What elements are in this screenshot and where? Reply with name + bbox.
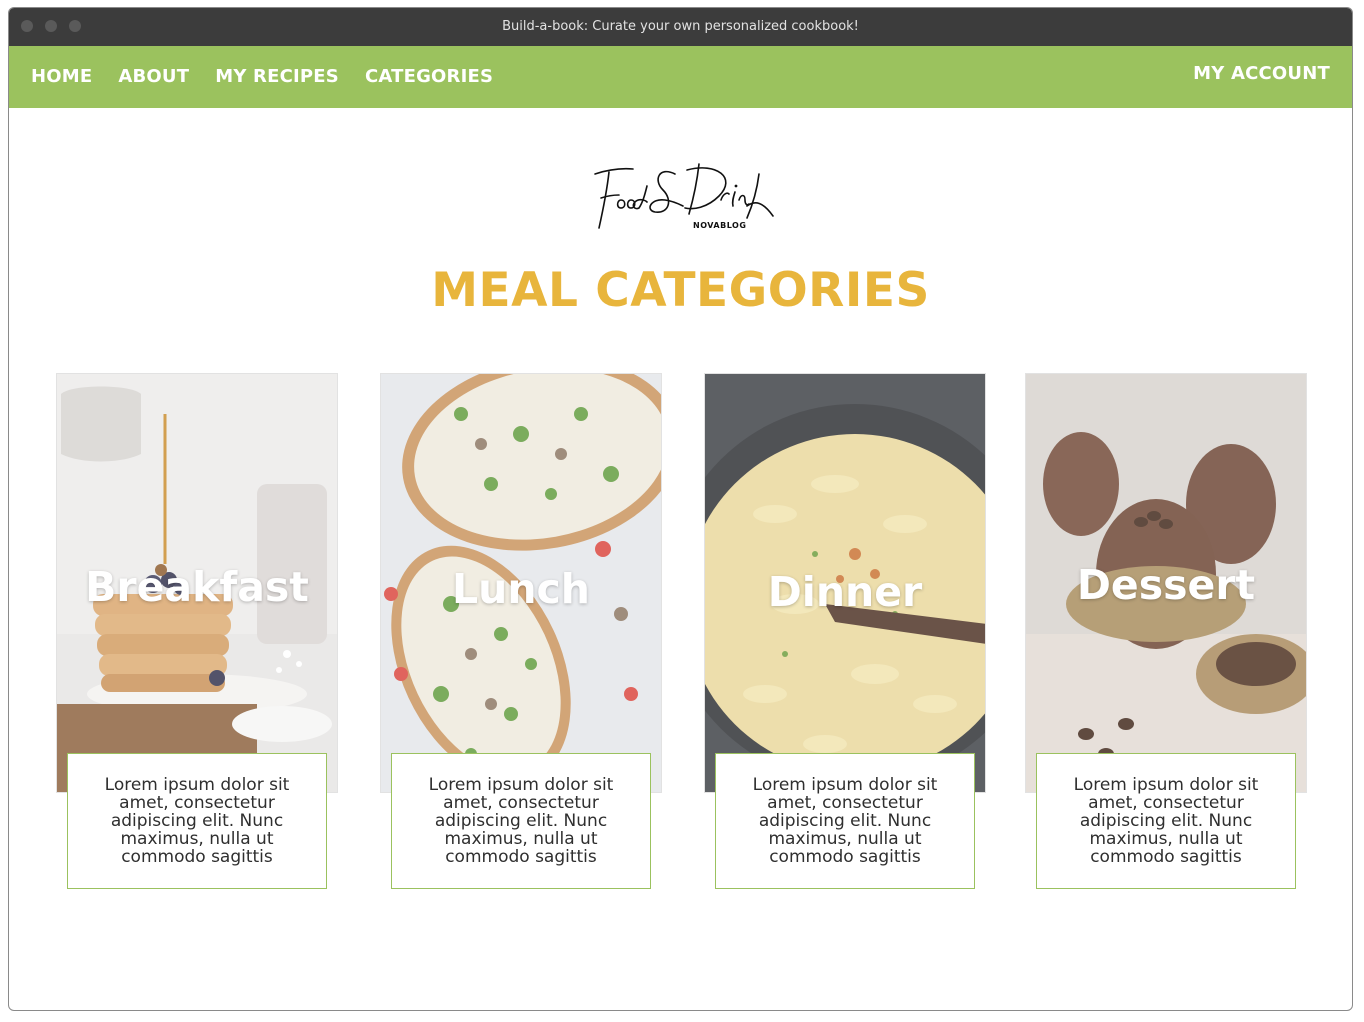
page-title: MEAL CATEGORIES <box>431 263 930 318</box>
category-title[interactable]: Lunch <box>380 565 662 613</box>
category-description: Lorem ipsum dolor sit amet, consectetur … <box>715 753 975 889</box>
my-account-link[interactable]: MY ACCOUNT <box>1193 63 1330 84</box>
nav-home-link[interactable]: HOME <box>31 66 92 87</box>
window-title: Build-a-book: Curate your own personaliz… <box>502 19 859 34</box>
category-card-lunch[interactable]: Lunch Lorem ipsum dolor sit amet, consec… <box>380 373 662 893</box>
main-navbar: HOME ABOUT MY RECIPES CATEGORIES MY ACCO… <box>9 46 1352 108</box>
title-bar: Build-a-book: Curate your own personaliz… <box>9 8 1352 46</box>
site-logo[interactable]: NOVABLOG <box>587 156 777 238</box>
category-card-breakfast[interactable]: Breakfast Lorem ipsum dolor sit amet, co… <box>56 373 338 893</box>
category-title[interactable]: Dinner <box>704 568 986 616</box>
food-drink-logo-icon: NOVABLOG <box>594 163 774 230</box>
logo-subtext: NOVABLOG <box>693 221 746 230</box>
category-title[interactable]: Dessert <box>1025 561 1307 609</box>
category-description: Lorem ipsum dolor sit amet, consectetur … <box>1036 753 1296 889</box>
browser-window: Build-a-book: Curate your own personaliz… <box>8 7 1353 1011</box>
category-card-dinner[interactable]: Dinner Lorem ipsum dolor sit amet, conse… <box>704 373 986 893</box>
category-description: Lorem ipsum dolor sit amet, consectetur … <box>391 753 651 889</box>
nav-my-recipes-link[interactable]: MY RECIPES <box>215 66 339 87</box>
category-description: Lorem ipsum dolor sit amet, consectetur … <box>67 753 327 889</box>
category-card-dessert[interactable]: Dessert Lorem ipsum dolor sit amet, cons… <box>1025 373 1307 893</box>
nav-about-link[interactable]: ABOUT <box>118 66 189 87</box>
nav-categories-link[interactable]: CATEGORIES <box>365 66 493 87</box>
nav-menu: HOME ABOUT MY RECIPES CATEGORIES <box>31 66 493 87</box>
category-title[interactable]: Breakfast <box>56 563 338 611</box>
